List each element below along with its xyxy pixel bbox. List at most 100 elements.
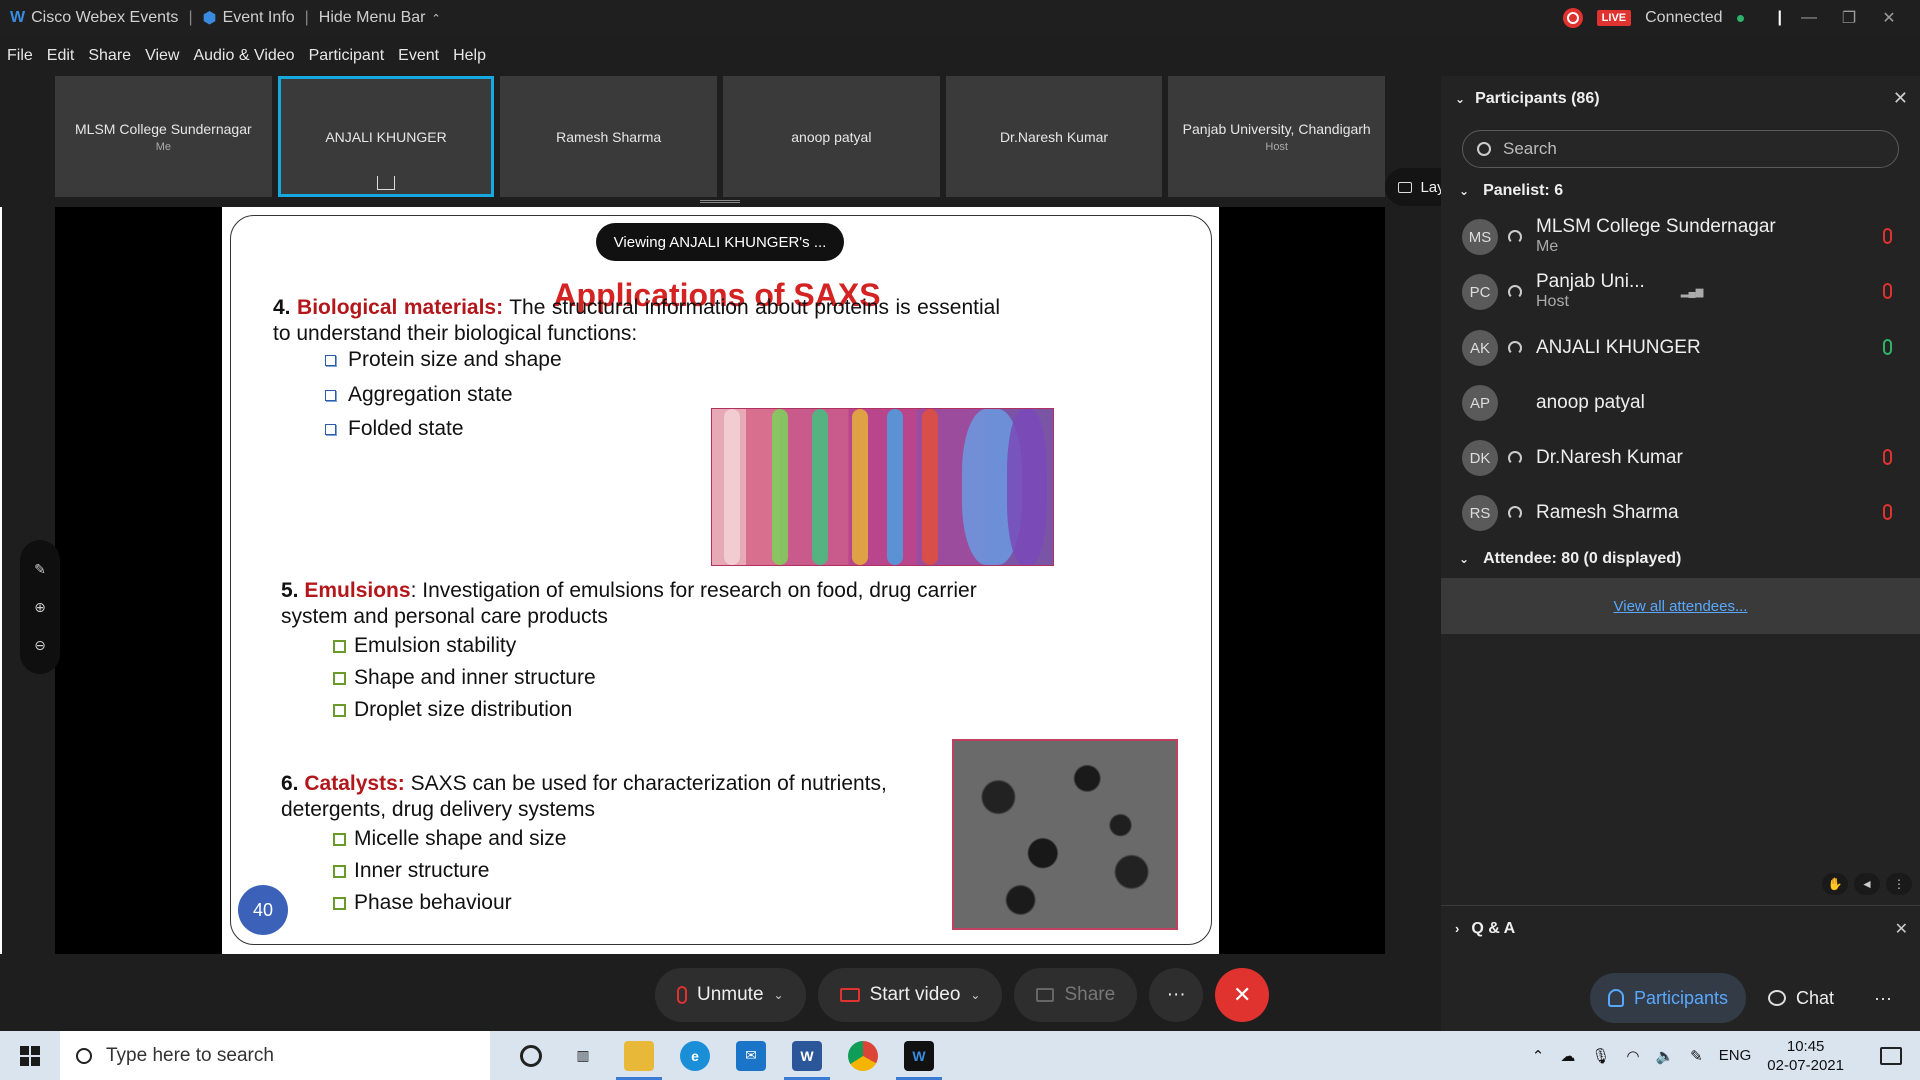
live-badge: LIVE [1596,10,1632,26]
participants-tab[interactable]: Participants [1589,973,1746,1023]
panelist-row[interactable]: AP anoop patyal [1462,379,1902,427]
video-tile[interactable]: Dr.Naresh Kumar [945,76,1163,197]
recording-icon[interactable] [1562,8,1583,28]
bullet-box-icon [325,354,336,366]
chevron-down-icon[interactable]: ⌄ [774,988,784,1002]
avatar: DK [1462,440,1498,476]
protein-structure-image [711,408,1054,566]
participant-search-input[interactable]: Search [1462,130,1899,168]
task-view-icon[interactable]: ▥ [568,1041,598,1071]
panelist-group-header[interactable]: ⌄ Panelist: 6 [1459,182,1563,200]
panelist-row[interactable]: DK Dr.Naresh Kumar [1462,434,1902,482]
language-indicator[interactable]: ENG [1719,1047,1752,1064]
panelist-row[interactable]: AK ANJALI KHUNGER [1462,324,1902,372]
panelist-row[interactable]: PC Panjab Uni... Host ▂▄▆ [1462,268,1902,316]
windows-logo-icon [20,1045,40,1066]
hide-menu-bar-button[interactable]: Hide Menu Bar ⌃ [309,9,451,27]
mail-icon[interactable]: ✉ [736,1040,766,1071]
volume-icon[interactable]: 🔈 [1655,1047,1674,1065]
more-options-button[interactable]: ··· [1149,968,1204,1022]
restore-button[interactable]: ❐ [1836,8,1862,28]
qa-panel-header[interactable]: › Q & A ✕ [1441,905,1920,951]
more-panels-button[interactable]: ··· [1856,973,1910,1023]
chevron-down-icon[interactable]: ⌄ [970,988,980,1002]
menu-audio-video[interactable]: Audio & Video [186,47,301,65]
attendee-group-header[interactable]: ⌄ Attendee: 80 (0 displayed) [1459,550,1681,568]
close-panel-icon[interactable]: ✕ [1893,88,1908,109]
menu-help[interactable]: Help [446,47,493,65]
annotate-icon[interactable]: ✎ [34,561,46,578]
chevron-up-icon: ⌃ [431,12,441,25]
microphone-icon[interactable]: 🎙 [1591,1047,1610,1065]
raise-hand-icon[interactable]: ✋ [1822,873,1848,895]
cortana-icon[interactable] [520,1044,542,1067]
menu-edit[interactable]: Edit [40,47,82,65]
chevron-up-icon[interactable]: ⌃ [1532,1047,1545,1065]
menu-bar: File Edit Share View Audio & Video Parti… [0,36,1920,76]
video-tile[interactable]: Panjab University, Chandigarh Host [1168,76,1386,197]
menu-share[interactable]: Share [81,47,138,65]
more-vertical-icon[interactable]: ⋮ [1886,873,1912,895]
share-button[interactable]: Share [1014,968,1138,1022]
participants-panel: ⌄ Participants (86) ✕ Search ⌄ Panelist:… [1441,76,1920,1031]
chat-tab[interactable]: Chat [1750,973,1852,1023]
minimize-button[interactable]: — [1796,9,1822,27]
video-tile[interactable]: anoop patyal [723,76,940,197]
protein-strand [887,409,903,565]
webex-app-icon[interactable]: W [896,1040,942,1080]
mic-muted-icon[interactable] [1883,449,1892,465]
menu-file[interactable]: File [0,47,40,65]
clock[interactable]: 10:45 02-07-2021 [1767,1037,1844,1075]
pen-icon[interactable]: ✎ [1690,1047,1703,1065]
headset-icon [1508,451,1522,465]
video-tile[interactable]: Ramesh Sharma [500,76,718,197]
mic-muted-icon[interactable] [1883,228,1892,244]
start-button[interactable] [0,1031,60,1080]
mic-on-icon[interactable] [1883,339,1892,355]
menu-participant[interactable]: Participant [302,47,392,65]
bullet-item: Micelle shape and size [333,827,566,851]
video-tile-active[interactable]: ANJALI KHUNGER [277,76,495,197]
strip-resize-handle[interactable] [700,200,740,203]
leave-event-button[interactable]: ✕ [1215,968,1270,1022]
menu-view[interactable]: View [138,47,186,65]
person-icon [1607,989,1624,1007]
video-off-icon [839,988,860,1002]
participants-header[interactable]: ⌄ Participants (86) [1441,76,1920,122]
onedrive-icon[interactable]: ☁ [1560,1047,1575,1065]
close-qa-icon[interactable]: ✕ [1895,919,1908,939]
video-tile[interactable]: MLSM College Sundernagar Me [55,76,272,197]
wifi-icon[interactable]: ◠ [1626,1047,1639,1065]
word-icon[interactable]: W [784,1040,830,1080]
mic-muted-icon[interactable] [1883,504,1892,520]
avatar: MS [1462,219,1498,255]
zoom-out-icon[interactable]: ⊖ [34,637,46,654]
app-title: W Cisco Webex Events [0,9,188,27]
edge-icon[interactable]: e [680,1040,710,1071]
bullet-box-icon [333,832,346,846]
bullet-box-icon [333,896,346,910]
connected-dot-icon [1736,14,1744,22]
bullet-box-icon [325,423,336,435]
file-explorer-icon[interactable] [616,1040,662,1080]
menu-event[interactable]: Event [391,47,446,65]
zoom-in-icon[interactable]: ⊕ [34,599,46,616]
speaker-icon[interactable]: ◄ [1854,873,1880,895]
panelist-row[interactable]: RS Ramesh Sharma [1462,489,1902,537]
search-icon [1477,142,1491,156]
start-video-button[interactable]: Start video ⌄ [817,968,1003,1022]
chrome-icon[interactable] [848,1040,878,1071]
protein-strand [724,409,740,565]
avatar: AK [1462,330,1498,366]
bullet-item: Phase behaviour [333,891,512,915]
webex-logo-icon: W [10,9,26,26]
taskbar-search-input[interactable]: Type here to search [60,1031,490,1080]
notifications-icon[interactable] [1880,1046,1902,1065]
close-window-button[interactable]: ✕ [1876,8,1902,28]
event-info-button[interactable]: ⬢ Event Info [193,8,305,28]
bullet-box-icon [333,864,346,878]
mic-muted-icon[interactable] [1883,283,1892,299]
view-all-attendees-link[interactable]: View all attendees... [1614,598,1748,615]
panelist-row[interactable]: MS MLSM College Sundernagar Me [1462,213,1902,261]
unmute-button[interactable]: Unmute ⌄ [655,968,806,1022]
